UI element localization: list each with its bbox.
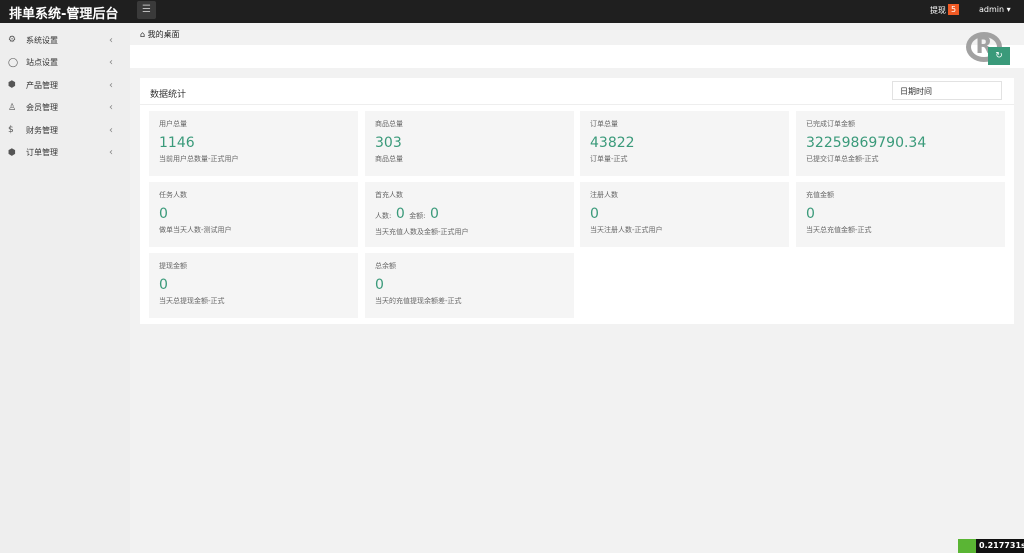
stat-box: 任务人数 0 做单当天人数-测试用户 — [149, 182, 358, 247]
sidebar-item-label: 系统设置 — [26, 35, 58, 45]
home-icon: ⌂ — [140, 30, 146, 39]
site-icon: ◯ — [8, 57, 19, 68]
gear-icon: ⚙ — [8, 35, 17, 46]
stat-value: 303 — [375, 135, 402, 151]
stat-title: 总余额 — [375, 262, 396, 270]
sidebar-item-label: 会员管理 — [26, 103, 58, 113]
stat-value: 32259869790.34 — [806, 135, 927, 151]
stat-desc: 当天注册人数-正式用户 — [590, 226, 663, 234]
stat-box: 订单总量 43822 订单量-正式 — [580, 111, 789, 176]
stat-box: 注册人数 0 当天注册人数-正式用户 — [580, 182, 789, 247]
stat-desc: 当天充值人数及金额-正式用户 — [375, 228, 469, 236]
user-menu[interactable]: admin ▾ — [979, 5, 1011, 14]
stat-desc: 当天的充值提现余额差-正式 — [375, 297, 462, 305]
debug-timer[interactable]: 0.217731s — [958, 539, 1024, 553]
stat-title: 首充人数 — [375, 191, 403, 199]
sidebar-item-product[interactable]: ⬢ 产品管理 ‹ — [0, 74, 130, 97]
chevron-left-icon: ‹ — [109, 147, 113, 159]
stat-value: 0 — [590, 206, 599, 222]
stat-desc: 当前用户总数量-正式用户 — [159, 155, 239, 163]
sidebar-item-label: 站点设置 — [26, 58, 58, 68]
breadcrumb-home[interactable]: 我的桌面 — [148, 30, 180, 39]
stat-desc: 订单量-正式 — [590, 155, 628, 163]
user-icon: ♙ — [8, 102, 17, 113]
stat-desc: 当天总充值金额-正式 — [806, 226, 872, 234]
stat-value: 0 — [806, 206, 815, 222]
stat-title: 注册人数 — [590, 191, 618, 199]
stat-box: 已完成订单金额 32259869790.34 已提交订单总金额-正式 — [796, 111, 1005, 176]
stat-title: 充值金额 — [806, 191, 834, 199]
stat-value: 43822 — [590, 135, 635, 151]
user-name: admin — [979, 5, 1005, 14]
cube-icon: ⬢ — [8, 147, 16, 158]
card-title: 数据统计 — [150, 90, 187, 100]
date-input[interactable]: 日期时间 — [892, 81, 1002, 100]
stat-title: 提现金额 — [159, 262, 187, 270]
tab-bar — [130, 45, 1024, 68]
sidebar-item-label: 产品管理 — [26, 80, 58, 90]
stat-value: 0 — [159, 206, 168, 222]
count-label: 人数: — [375, 212, 392, 220]
breadcrumb: ⌂ 我的桌面 — [130, 23, 1024, 45]
stat-title: 商品总量 — [375, 120, 403, 128]
sidebar: ⚙ 系统设置 ‹ ◯ 站点设置 ‹ ⬢ 产品管理 ‹ ♙ 会员管理 ‹ $ 财务管理 ‹ ⬢ 订单管理… — [0, 23, 130, 553]
chevron-left-icon: ‹ — [109, 102, 113, 114]
menu-toggle-icon[interactable]: ☰ — [137, 1, 156, 19]
sidebar-item-order[interactable]: ⬢ 订单管理 ‹ — [0, 142, 130, 165]
count-value: 0 — [395, 206, 405, 222]
refresh-button[interactable]: ↻ — [988, 47, 1010, 65]
amount-label: 金额: — [409, 212, 426, 220]
stat-box: 首充人数人数: 0 金额: 0 当天充值人数及金额-正式用户 — [365, 182, 574, 247]
stat-value: 0 — [375, 277, 384, 293]
stat-title: 订单总量 — [590, 120, 618, 128]
chevron-left-icon: ‹ — [109, 57, 113, 69]
stat-desc: 已提交订单总金额-正式 — [806, 155, 879, 163]
stat-value: 人数: 0 金额: 0 — [375, 206, 564, 225]
top-bar: 排单系统-管理后台 ☰ 提现 5 admin ▾ — [0, 0, 1024, 23]
stat-desc: 当天总提现金额-正式 — [159, 297, 225, 305]
stat-box: 总余额 0 当天的充值提现余额差-正式 — [365, 253, 574, 318]
timer-value: 0.217731s — [979, 541, 1024, 550]
caret-down-icon: ▾ — [1006, 5, 1011, 14]
sidebar-item-site[interactable]: ◯ 站点设置 ‹ — [0, 52, 130, 75]
cube-icon: ⬢ — [8, 80, 16, 91]
withdraw-count-badge: 5 — [948, 4, 960, 15]
chevron-left-icon: ‹ — [109, 79, 113, 91]
amount-value: 0 — [430, 206, 439, 222]
refresh-icon: ↻ — [995, 51, 1003, 61]
stat-box: 充值金额 0 当天总充值金额-正式 — [796, 182, 1005, 247]
debug-logo-icon — [958, 539, 976, 553]
stat-value: 0 — [159, 277, 168, 293]
sidebar-item-member[interactable]: ♙ 会员管理 ‹ — [0, 97, 130, 120]
stat-desc: 做单当天人数-测试用户 — [159, 226, 232, 234]
app-title: 排单系统-管理后台 — [9, 7, 119, 22]
withdraw-link[interactable]: 提现 — [930, 5, 946, 16]
stat-box: 商品总量 303 商品总量 — [365, 111, 574, 176]
stat-title: 用户总量 — [159, 120, 187, 128]
chevron-left-icon: ‹ — [109, 34, 113, 46]
stat-box: 用户总量 1146 当前用户总数量-正式用户 — [149, 111, 358, 176]
stat-desc: 商品总量 — [375, 155, 403, 163]
stat-title: 任务人数 — [159, 191, 187, 199]
sidebar-item-label: 订单管理 — [26, 148, 58, 158]
sidebar-item-system[interactable]: ⚙ 系统设置 ‹ — [0, 29, 130, 52]
chevron-left-icon: ‹ — [109, 124, 113, 136]
stat-box: 提现金额 0 当天总提现金额-正式 — [149, 253, 358, 318]
dollar-icon: $ — [8, 125, 14, 136]
stats-card: 数据统计 日期时间 用户总量 1146 当前用户总数量-正式用户 商品总量 303 商品总… — [140, 78, 1014, 324]
stat-title: 已完成订单金额 — [806, 120, 855, 128]
sidebar-item-label: 财务管理 — [26, 125, 58, 135]
divider — [140, 104, 1014, 105]
sidebar-item-finance[interactable]: $ 财务管理 ‹ — [0, 119, 130, 142]
stat-value: 1146 — [159, 135, 195, 151]
